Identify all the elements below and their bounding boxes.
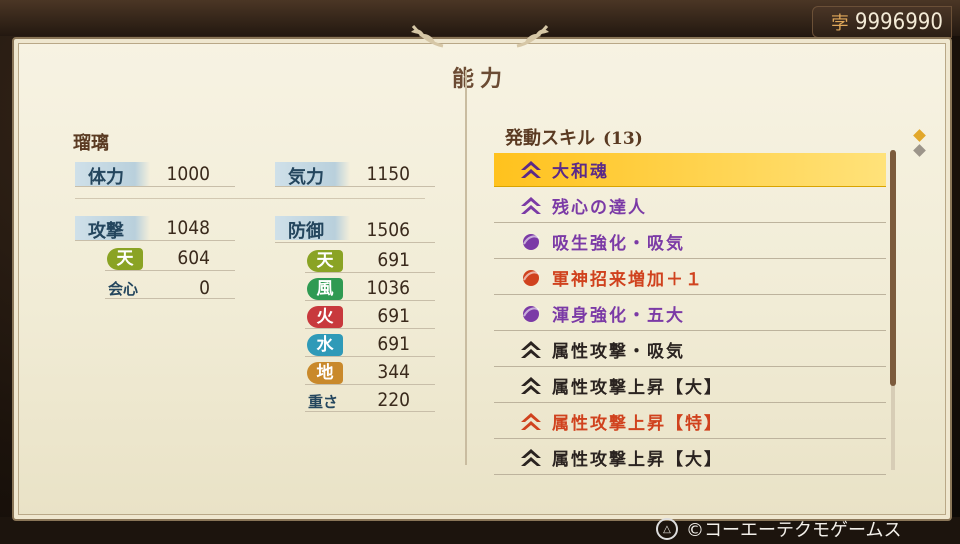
purple-chevron-icon	[518, 196, 544, 216]
skill-item[interactable]: 渾身強化・五大	[494, 297, 886, 331]
skills-count: (13)	[603, 129, 643, 149]
panel-title: 能力	[451, 66, 508, 92]
left-laurel-icon	[411, 25, 444, 48]
defense-underline	[275, 242, 435, 243]
skill-item[interactable]: 大和魂	[494, 153, 886, 187]
atk-element-underline	[105, 270, 235, 271]
right-laurel-icon	[516, 25, 549, 48]
coin-icon: 孛	[830, 13, 849, 34]
panel-divider	[465, 70, 467, 465]
skill-item[interactable]: 軍神招来増加＋１	[494, 261, 886, 295]
hp-value: 1000	[166, 163, 211, 185]
skill-scroll-thumb[interactable]	[890, 150, 896, 386]
skill-name: 属性攻撃上昇【特】	[552, 414, 723, 434]
skill-item[interactable]: 属性攻撃・吸気	[494, 333, 886, 367]
purple-orb-icon	[518, 232, 544, 252]
def-element-value: 691	[377, 305, 410, 327]
skill-name: 大和魂	[552, 162, 609, 182]
weight-label: 重さ	[308, 393, 339, 411]
ki-underline	[275, 186, 435, 187]
skill-name: 軍神招来増加＋１	[552, 270, 704, 290]
copyright-text: ©コーエーテクモゲームス	[686, 520, 902, 541]
def-element-value: 1036	[366, 277, 411, 299]
black-chevron-icon	[518, 448, 544, 468]
skill-name: 残心の達人	[552, 198, 647, 218]
def-element-underline	[305, 300, 435, 301]
def-element-badge: 水	[307, 334, 343, 356]
skill-item[interactable]: 属性攻撃上昇【大】	[494, 369, 886, 403]
defense-value: 1506	[366, 219, 411, 241]
skills-title-label: 発動スキル	[505, 128, 595, 149]
skill-name: 渾身強化・五大	[552, 306, 685, 326]
def-element-underline	[305, 356, 435, 357]
section-divider	[75, 198, 425, 199]
atk-element-value: 604	[177, 247, 210, 269]
skill-item[interactable]: 属性攻撃上昇【特】	[494, 405, 886, 439]
def-element-value: 691	[377, 333, 410, 355]
skill-name: 属性攻撃上昇【大】	[552, 378, 723, 398]
purple-orb-icon	[518, 304, 544, 324]
def-element-value: 344	[377, 361, 410, 383]
ki-value: 1150	[366, 163, 411, 185]
footer: △ ©コーエーテクモゲームス	[656, 516, 901, 542]
skill-item[interactable]: 属性攻撃上昇【大】	[494, 441, 886, 475]
crit-value: 0	[199, 277, 210, 299]
currency-value: 9996990	[854, 9, 943, 35]
weight-underline	[305, 411, 435, 412]
skill-name: 属性攻撃・吸気	[552, 342, 685, 362]
character-name: 瑠璃	[73, 133, 109, 154]
def-element-badge: 風	[307, 278, 343, 300]
skill-name: 属性攻撃上昇【大】	[552, 450, 723, 470]
def-element-badge: 火	[307, 306, 343, 328]
weight-value: 220	[377, 389, 410, 411]
currency-display: 孛 9996990	[812, 6, 952, 38]
attack-value: 1048	[166, 217, 211, 239]
red-chevron-icon	[518, 412, 544, 432]
skill-item[interactable]: 吸生強化・吸気	[494, 225, 886, 259]
hp-underline	[75, 186, 235, 187]
def-element-underline	[305, 384, 435, 385]
atk-element-badge: 天	[107, 248, 143, 270]
triangle-button-icon[interactable]: △	[656, 518, 678, 540]
def-element-value: 691	[377, 249, 410, 271]
red-orb-icon	[518, 268, 544, 288]
def-element-underline	[305, 328, 435, 329]
def-element-badge: 地	[307, 362, 343, 384]
skills-title: 発動スキル (13)	[505, 124, 643, 150]
crit-underline	[105, 298, 235, 299]
def-element-underline	[305, 272, 435, 273]
black-chevron-icon	[518, 376, 544, 396]
skill-name: 吸生強化・吸気	[552, 234, 685, 254]
black-chevron-icon	[518, 340, 544, 360]
attack-underline	[75, 240, 235, 241]
def-element-badge: 天	[307, 250, 343, 272]
crit-label: 会心	[108, 280, 139, 298]
defense-label: 防御	[288, 221, 324, 242]
skill-item[interactable]: 残心の達人	[494, 189, 886, 223]
purple-chevron-icon	[518, 160, 544, 180]
